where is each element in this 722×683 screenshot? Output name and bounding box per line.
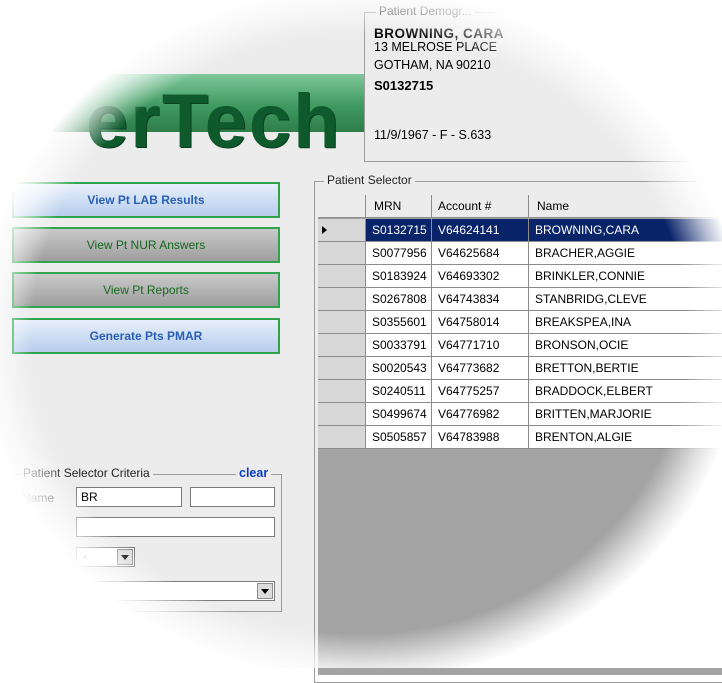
cell-name[interactable]: BREAKSPEA,INA — [529, 311, 722, 334]
cell-mrn[interactable]: S0267808 — [366, 288, 432, 311]
row-selector-header — [318, 195, 366, 218]
cell-mrn[interactable]: S0077956 — [366, 242, 432, 265]
patient-selector-legend: Patient Selector — [324, 173, 415, 187]
cell-account[interactable]: V64693302 — [432, 265, 529, 288]
generate-pmar-button[interactable]: Generate Pts PMAR — [12, 318, 280, 354]
patient-summary: 11/9/1967 - F - S.633 — [374, 128, 492, 142]
patient-address-line2: GOTHAM, NA 90210 — [374, 58, 491, 72]
row-selector[interactable] — [318, 311, 366, 334]
table-row[interactable]: S0033791 V64771710 BRONSON,OCIE — [318, 334, 722, 357]
row-selector[interactable] — [318, 288, 366, 311]
cell-name[interactable]: BRITTEN,MARJORIE — [529, 403, 722, 426]
table-row[interactable]: S0267808 V64743834 STANBRIDG,CLEVE — [318, 288, 722, 311]
row-selector[interactable] — [318, 426, 366, 449]
row-selector[interactable] — [318, 357, 366, 380]
chevron-down-icon[interactable] — [117, 549, 133, 565]
cell-name[interactable]: BRENTON,ALGIE — [529, 426, 722, 449]
cell-mrn[interactable]: S0132715 — [366, 219, 432, 242]
grid-header-row: MRN Account # Name — [318, 195, 722, 218]
column-header-mrn[interactable]: MRN — [366, 195, 432, 218]
current-row-arrow-icon — [322, 226, 327, 234]
cell-mrn[interactable]: S0183924 — [366, 265, 432, 288]
table-row[interactable]: S0505857 V64783988 BRENTON,ALGIE — [318, 426, 722, 449]
cell-mrn[interactable]: S0355601 — [366, 311, 432, 334]
row-selector[interactable] — [318, 334, 366, 357]
criteria-small-select[interactable]: - — [76, 547, 135, 567]
column-header-account[interactable]: Account # — [432, 195, 529, 218]
patient-grid[interactable]: MRN Account # Name S0132715 V64624141 BROW… — [318, 195, 722, 675]
logo: erTech — [86, 79, 342, 164]
column-header-name[interactable]: Name — [529, 195, 722, 218]
cell-account[interactable]: V64624141 — [432, 219, 529, 242]
cell-account[interactable]: V64771710 — [432, 334, 529, 357]
cell-name[interactable]: BRADDOCK,ELBERT — [529, 380, 722, 403]
cell-mrn[interactable]: S0505857 — [366, 426, 432, 449]
cell-mrn[interactable]: S0240511 — [366, 380, 432, 403]
small-select-value: - — [83, 549, 87, 563]
view-reports-button[interactable]: View Pt Reports — [12, 272, 280, 308]
table-row[interactable]: S0355601 V64758014 BREAKSPEA,INA — [318, 311, 722, 334]
criteria-text-input[interactable] — [76, 517, 275, 537]
patient-address-line1: 13 MELROSE PLACE — [374, 40, 497, 54]
view-lab-results-button[interactable]: View Pt LAB Results — [12, 182, 280, 218]
table-row[interactable]: S0020543 V64773682 BRETTON,BERTIE — [318, 357, 722, 380]
cell-account[interactable]: V64776982 — [432, 403, 529, 426]
cell-account[interactable]: V64625684 — [432, 242, 529, 265]
criteria-legend: Patient Selector Criteria — [20, 466, 153, 480]
cell-mrn[interactable]: S0020543 — [366, 357, 432, 380]
cell-name[interactable]: BRETTON,BERTIE — [529, 357, 722, 380]
patient-name: BROWNING, CARA — [374, 26, 504, 41]
cell-name[interactable]: STANBRIDG,CLEVE — [529, 288, 722, 311]
cell-name[interactable]: BROWNING,CARA — [529, 219, 722, 242]
row-selector[interactable] — [318, 242, 366, 265]
first-name-input[interactable] — [190, 487, 275, 507]
name-label: Name — [22, 491, 55, 505]
last-name-input[interactable] — [76, 487, 182, 507]
demographics-legend: Patient Demogr... — [376, 4, 475, 18]
cell-mrn[interactable]: S0033791 — [366, 334, 432, 357]
cell-mrn[interactable]: S0499674 — [366, 403, 432, 426]
table-row[interactable]: S0077956 V64625684 BRACHER,AGGIE — [318, 242, 722, 265]
row-selector[interactable] — [318, 265, 366, 288]
cell-account[interactable]: V64773682 — [432, 357, 529, 380]
row-selector[interactable] — [318, 403, 366, 426]
chevron-down-icon[interactable] — [257, 583, 273, 599]
table-row[interactable]: S0240511 V64775257 BRADDOCK,ELBERT — [318, 380, 722, 403]
cell-account[interactable]: V64743834 — [432, 288, 529, 311]
table-row[interactable]: S0183924 V64693302 BRINKLER,CONNIE — [318, 265, 722, 288]
table-row[interactable]: S0499674 V64776982 BRITTEN,MARJORIE — [318, 403, 722, 426]
table-row[interactable]: S0132715 V64624141 BROWNING,CARA — [318, 219, 722, 242]
cell-name[interactable]: BRINKLER,CONNIE — [529, 265, 722, 288]
patient-mrn: S0132715 — [374, 78, 434, 93]
row-selector[interactable] — [318, 380, 366, 403]
criteria-wide-select[interactable] — [76, 581, 275, 601]
app-window: erTech Patient Demogr... BROWNING, CARA … — [0, 0, 722, 683]
row-selector[interactable] — [318, 219, 366, 242]
cell-account[interactable]: V64758014 — [432, 311, 529, 334]
view-nur-answers-button[interactable]: View Pt NUR Answers — [12, 227, 280, 263]
clear-criteria-link[interactable]: clear — [236, 466, 272, 480]
cell-account[interactable]: V64775257 — [432, 380, 529, 403]
cell-account[interactable]: V64783988 — [432, 426, 529, 449]
cell-name[interactable]: BRACHER,AGGIE — [529, 242, 722, 265]
cell-name[interactable]: BRONSON,OCIE — [529, 334, 722, 357]
